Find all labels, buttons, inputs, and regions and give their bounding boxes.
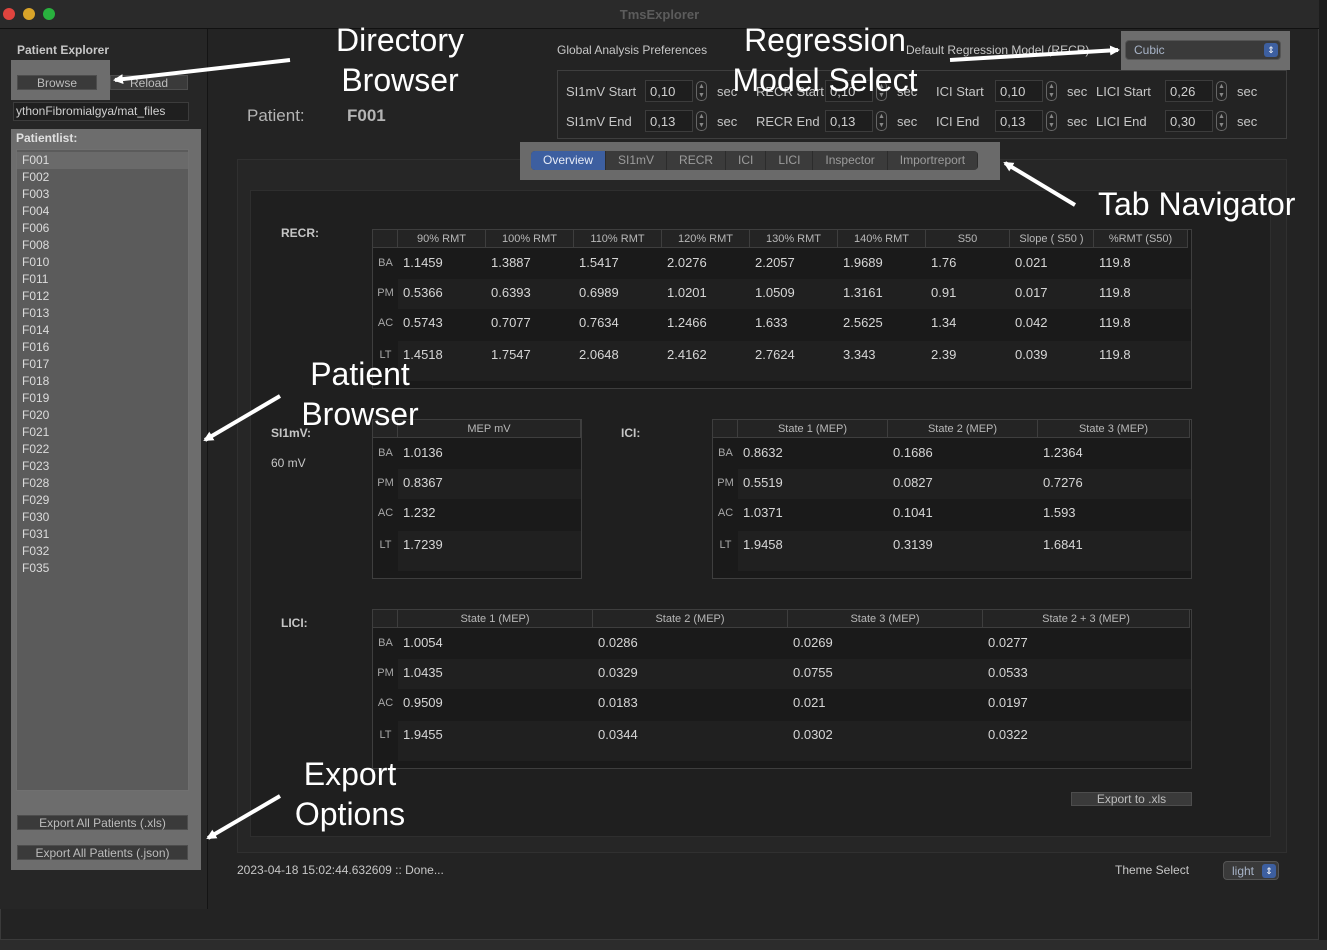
annotation-directory-browser: Directory Browser xyxy=(335,22,464,98)
arrow-directory-browser xyxy=(113,58,291,85)
annotation-patient-browser: Patient Browser xyxy=(301,356,419,432)
arrow-export-options xyxy=(206,794,282,840)
annotation-arrows xyxy=(113,45,1120,840)
annotation-regression-model: Regression Model Select xyxy=(732,22,918,98)
annotation-export-options: Export Options xyxy=(294,756,406,832)
arrow-patient-browser xyxy=(203,394,282,442)
arrow-tab-navigator xyxy=(1003,161,1077,207)
annotation-tab-navigator: Tab Navigator xyxy=(1098,186,1296,222)
arrow-regression-model xyxy=(949,45,1120,62)
